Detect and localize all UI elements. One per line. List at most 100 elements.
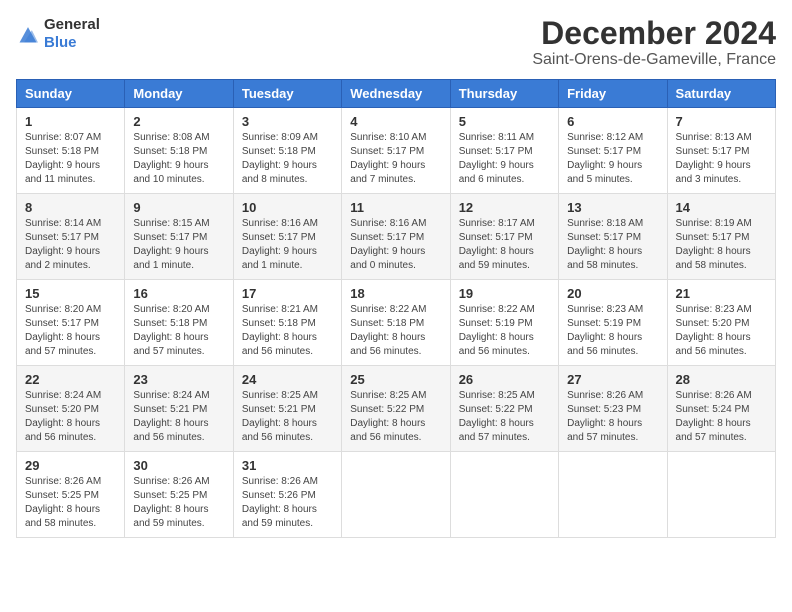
calendar-day-cell: 25 Sunrise: 8:25 AMSunset: 5:22 PMDayligh… bbox=[342, 366, 450, 452]
calendar-day-cell bbox=[667, 452, 775, 538]
day-number: 14 bbox=[676, 200, 767, 215]
day-number: 28 bbox=[676, 372, 767, 387]
calendar-day-cell: 10Sunrise: 8:16 AMSunset: 5:17 PMDayligh… bbox=[233, 194, 341, 280]
day-number: 27 bbox=[567, 372, 658, 387]
calendar-week-row: 29 Sunrise: 8:26 AMSunset: 5:25 PMDayligh… bbox=[17, 452, 776, 538]
day-details: Sunrise: 8:26 AMSunset: 5:24 PMDaylight:… bbox=[676, 389, 767, 445]
calendar-day-cell: 17 Sunrise: 8:21 AMSunset: 5:18 PMDayligh… bbox=[233, 280, 341, 366]
page-header: General Blue December 2024 Saint-Orens-d… bbox=[16, 16, 776, 69]
calendar-day-cell: 31 Sunrise: 8:26 AMSunset: 5:26 PMDayligh… bbox=[233, 452, 341, 538]
page-subtitle: Saint-Orens-de-Gameville, France bbox=[532, 51, 776, 69]
weekday-header-saturday: Saturday bbox=[667, 80, 775, 108]
day-number: 10 bbox=[242, 200, 333, 215]
calendar-day-cell: 29 Sunrise: 8:26 AMSunset: 5:25 PMDayligh… bbox=[17, 452, 125, 538]
day-number: 2 bbox=[133, 114, 224, 129]
calendar-day-cell bbox=[342, 452, 450, 538]
day-details: Sunrise: 8:23 AMSunset: 5:19 PMDaylight:… bbox=[567, 303, 658, 359]
day-number: 20 bbox=[567, 286, 658, 301]
calendar-day-cell: 21 Sunrise: 8:23 AMSunset: 5:20 PMDayligh… bbox=[667, 280, 775, 366]
weekday-header-friday: Friday bbox=[559, 80, 667, 108]
calendar-day-cell: 15 Sunrise: 8:20 AMSunset: 5:17 PMDayligh… bbox=[17, 280, 125, 366]
day-number: 13 bbox=[567, 200, 658, 215]
calendar-day-cell: 13 Sunrise: 8:18 AMSunset: 5:17 PMDayligh… bbox=[559, 194, 667, 280]
day-number: 21 bbox=[676, 286, 767, 301]
day-details: Sunrise: 8:26 AMSunset: 5:25 PMDaylight:… bbox=[25, 475, 116, 531]
calendar-day-cell: 5 Sunrise: 8:11 AMSunset: 5:17 PMDaylight… bbox=[450, 108, 558, 194]
day-details: Sunrise: 8:13 AMSunset: 5:17 PMDaylight:… bbox=[676, 131, 767, 187]
title-section: December 2024 Saint-Orens-de-Gameville, … bbox=[532, 16, 776, 69]
day-details: Sunrise: 8:15 AMSunset: 5:17 PMDaylight:… bbox=[133, 217, 224, 273]
day-number: 8 bbox=[25, 200, 116, 215]
calendar-day-cell: 27Sunrise: 8:26 AMSunset: 5:23 PMDayligh… bbox=[559, 366, 667, 452]
logo-general: General bbox=[44, 16, 100, 33]
calendar-day-cell: 2 Sunrise: 8:08 AMSunset: 5:18 PMDaylight… bbox=[125, 108, 233, 194]
day-details: Sunrise: 8:09 AMSunset: 5:18 PMDaylight:… bbox=[242, 131, 333, 187]
day-number: 12 bbox=[459, 200, 550, 215]
logo: General Blue bbox=[16, 16, 100, 52]
day-number: 5 bbox=[459, 114, 550, 129]
calendar-day-cell: 1 Sunrise: 8:07 AMSunset: 5:18 PMDaylight… bbox=[17, 108, 125, 194]
calendar-day-cell: 14 Sunrise: 8:19 AMSunset: 5:17 PMDayligh… bbox=[667, 194, 775, 280]
day-number: 16 bbox=[133, 286, 224, 301]
day-details: Sunrise: 8:07 AMSunset: 5:18 PMDaylight:… bbox=[25, 131, 116, 187]
day-details: Sunrise: 8:11 AMSunset: 5:17 PMDaylight:… bbox=[459, 131, 550, 187]
day-details: Sunrise: 8:18 AMSunset: 5:17 PMDaylight:… bbox=[567, 217, 658, 273]
calendar-week-row: 15 Sunrise: 8:20 AMSunset: 5:17 PMDayligh… bbox=[17, 280, 776, 366]
calendar-day-cell: 30 Sunrise: 8:26 AMSunset: 5:25 PMDayligh… bbox=[125, 452, 233, 538]
calendar-table: SundayMondayTuesdayWednesdayThursdayFrid… bbox=[16, 79, 776, 538]
day-details: Sunrise: 8:23 AMSunset: 5:20 PMDaylight:… bbox=[676, 303, 767, 359]
calendar-day-cell: 23 Sunrise: 8:24 AMSunset: 5:21 PMDayligh… bbox=[125, 366, 233, 452]
calendar-day-cell: 6 Sunrise: 8:12 AMSunset: 5:17 PMDaylight… bbox=[559, 108, 667, 194]
day-number: 22 bbox=[25, 372, 116, 387]
calendar-day-cell: 19Sunrise: 8:22 AMSunset: 5:19 PMDayligh… bbox=[450, 280, 558, 366]
calendar-day-cell: 4Sunrise: 8:10 AMSunset: 5:17 PMDaylight… bbox=[342, 108, 450, 194]
day-number: 15 bbox=[25, 286, 116, 301]
day-details: Sunrise: 8:22 AMSunset: 5:19 PMDaylight:… bbox=[459, 303, 550, 359]
calendar-day-cell: 22 Sunrise: 8:24 AMSunset: 5:20 PMDayligh… bbox=[17, 366, 125, 452]
calendar-day-cell: 8 Sunrise: 8:14 AMSunset: 5:17 PMDaylight… bbox=[17, 194, 125, 280]
day-number: 24 bbox=[242, 372, 333, 387]
day-number: 26 bbox=[459, 372, 550, 387]
day-details: Sunrise: 8:21 AMSunset: 5:18 PMDaylight:… bbox=[242, 303, 333, 359]
day-details: Sunrise: 8:10 AMSunset: 5:17 PMDaylight:… bbox=[350, 131, 441, 187]
calendar-header-row: SundayMondayTuesdayWednesdayThursdayFrid… bbox=[17, 80, 776, 108]
day-details: Sunrise: 8:20 AMSunset: 5:18 PMDaylight:… bbox=[133, 303, 224, 359]
day-details: Sunrise: 8:26 AMSunset: 5:25 PMDaylight:… bbox=[133, 475, 224, 531]
calendar-week-row: 22 Sunrise: 8:24 AMSunset: 5:20 PMDayligh… bbox=[17, 366, 776, 452]
day-number: 30 bbox=[133, 458, 224, 473]
day-number: 6 bbox=[567, 114, 658, 129]
calendar-week-row: 8 Sunrise: 8:14 AMSunset: 5:17 PMDaylight… bbox=[17, 194, 776, 280]
calendar-day-cell bbox=[559, 452, 667, 538]
day-details: Sunrise: 8:16 AMSunset: 5:17 PMDaylight:… bbox=[350, 217, 441, 273]
calendar-day-cell: 28 Sunrise: 8:26 AMSunset: 5:24 PMDayligh… bbox=[667, 366, 775, 452]
day-number: 18 bbox=[350, 286, 441, 301]
day-number: 25 bbox=[350, 372, 441, 387]
day-number: 3 bbox=[242, 114, 333, 129]
weekday-header-tuesday: Tuesday bbox=[233, 80, 341, 108]
day-details: Sunrise: 8:14 AMSunset: 5:17 PMDaylight:… bbox=[25, 217, 116, 273]
day-details: Sunrise: 8:24 AMSunset: 5:21 PMDaylight:… bbox=[133, 389, 224, 445]
day-number: 23 bbox=[133, 372, 224, 387]
calendar-week-row: 1 Sunrise: 8:07 AMSunset: 5:18 PMDaylight… bbox=[17, 108, 776, 194]
day-details: Sunrise: 8:24 AMSunset: 5:20 PMDaylight:… bbox=[25, 389, 116, 445]
day-details: Sunrise: 8:22 AMSunset: 5:18 PMDaylight:… bbox=[350, 303, 441, 359]
day-number: 29 bbox=[25, 458, 116, 473]
day-number: 17 bbox=[242, 286, 333, 301]
day-details: Sunrise: 8:25 AMSunset: 5:22 PMDaylight:… bbox=[350, 389, 441, 445]
weekday-header-thursday: Thursday bbox=[450, 80, 558, 108]
day-details: Sunrise: 8:12 AMSunset: 5:17 PMDaylight:… bbox=[567, 131, 658, 187]
calendar-day-cell: 26Sunrise: 8:25 AMSunset: 5:22 PMDayligh… bbox=[450, 366, 558, 452]
calendar-day-cell: 3 Sunrise: 8:09 AMSunset: 5:18 PMDaylight… bbox=[233, 108, 341, 194]
day-number: 1 bbox=[25, 114, 116, 129]
calendar-day-cell: 18 Sunrise: 8:22 AMSunset: 5:18 PMDayligh… bbox=[342, 280, 450, 366]
day-details: Sunrise: 8:20 AMSunset: 5:17 PMDaylight:… bbox=[25, 303, 116, 359]
weekday-header-monday: Monday bbox=[125, 80, 233, 108]
weekday-header-sunday: Sunday bbox=[17, 80, 125, 108]
day-details: Sunrise: 8:19 AMSunset: 5:17 PMDaylight:… bbox=[676, 217, 767, 273]
day-number: 31 bbox=[242, 458, 333, 473]
day-details: Sunrise: 8:26 AMSunset: 5:26 PMDaylight:… bbox=[242, 475, 333, 531]
day-details: Sunrise: 8:17 AMSunset: 5:17 PMDaylight:… bbox=[459, 217, 550, 273]
day-details: Sunrise: 8:08 AMSunset: 5:18 PMDaylight:… bbox=[133, 131, 224, 187]
page-title: December 2024 bbox=[532, 16, 776, 51]
logo-text: General Blue bbox=[44, 16, 100, 52]
